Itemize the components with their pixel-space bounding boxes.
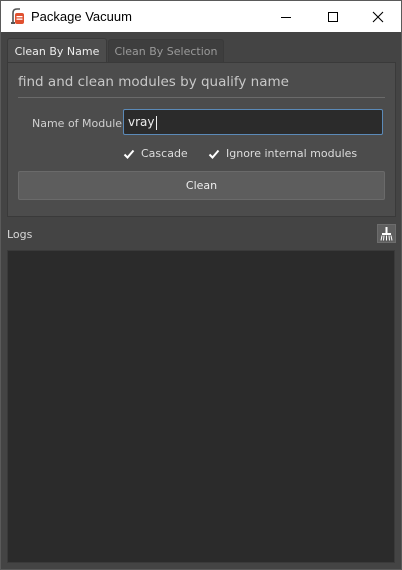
maximize-icon	[328, 11, 338, 22]
vacuum-app-icon	[10, 8, 26, 25]
text-caret	[155, 115, 157, 130]
checkmark-icon	[123, 148, 135, 160]
ignore-internal-checkbox[interactable]: Ignore internal modules	[208, 147, 357, 160]
clean-button[interactable]: Clean	[18, 171, 385, 200]
clear-logs-button[interactable]	[377, 224, 396, 243]
module-name-value: vray	[128, 115, 155, 129]
cascade-checkbox[interactable]: Cascade	[123, 147, 188, 160]
cascade-label: Cascade	[141, 147, 188, 160]
ignore-internal-label: Ignore internal modules	[226, 147, 358, 160]
logs-output[interactable]	[7, 250, 395, 563]
logs-label: Logs	[7, 228, 33, 241]
title-bar[interactable]: Package Vacuum	[1, 1, 401, 32]
minimize-button[interactable]	[263, 1, 309, 32]
tab-clean-by-selection[interactable]: Clean By Selection	[108, 39, 224, 63]
divider	[18, 97, 385, 98]
maximize-button[interactable]	[310, 1, 356, 32]
module-name-label: Name of Module	[32, 117, 123, 130]
broom-icon	[380, 226, 393, 241]
tab-clean-by-name[interactable]: Clean By Name	[7, 38, 107, 64]
panel-subtitle: find and clean modules by qualify name	[18, 74, 289, 90]
clean-by-name-panel: find and clean modules by qualify name N…	[7, 62, 396, 217]
checkmark-icon	[208, 148, 220, 160]
window-title: Package Vacuum	[31, 9, 132, 24]
app-window: Package Vacuum Clean By Name Clean By Se…	[0, 0, 402, 570]
close-button[interactable]	[355, 1, 401, 32]
module-name-input[interactable]: vray	[123, 109, 383, 135]
minimize-icon	[281, 16, 291, 18]
close-icon	[372, 11, 384, 22]
